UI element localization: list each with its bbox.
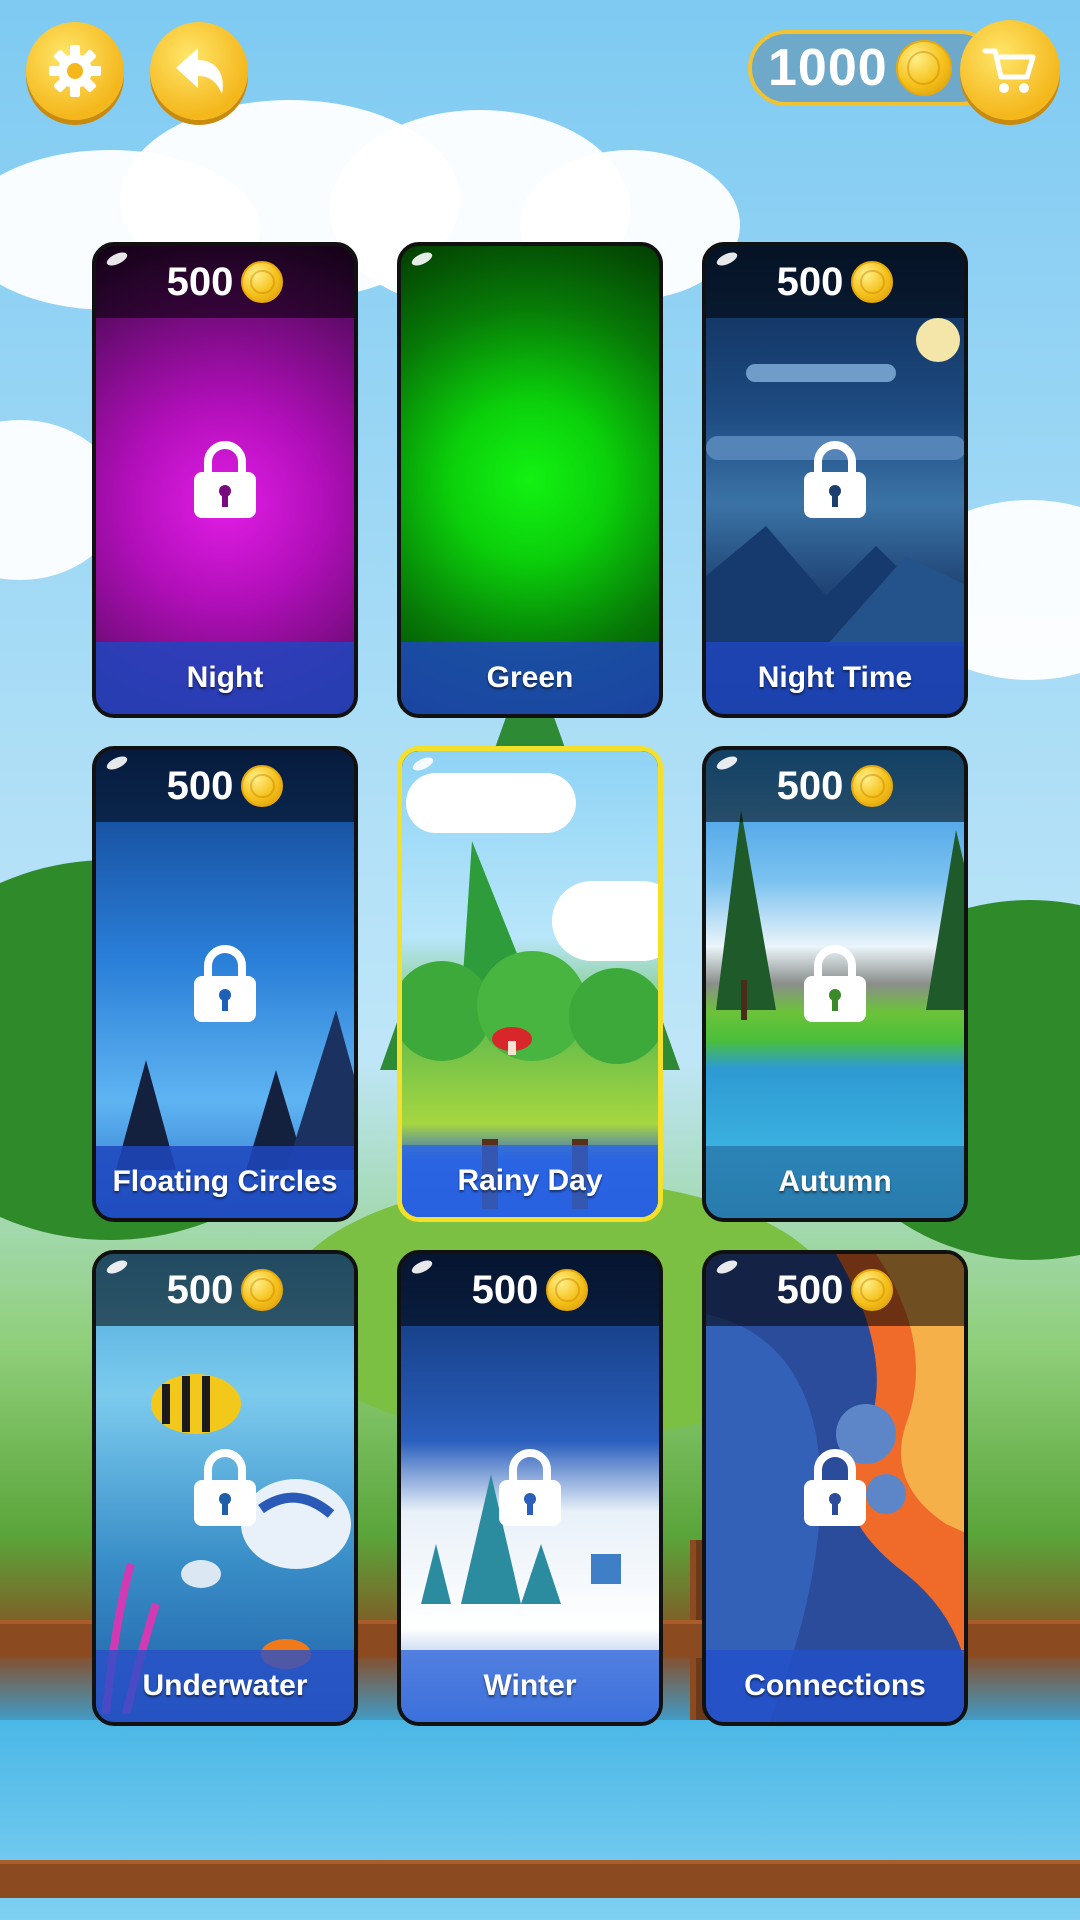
price-tag: 500 (706, 1254, 964, 1326)
theme-name: Night Time (757, 661, 913, 694)
coin-icon (895, 40, 952, 96)
theme-card-connections[interactable]: 500 Connections (702, 1250, 968, 1726)
price-value: 500 (776, 259, 844, 304)
theme-card-rainy-day[interactable]: Rainy Day (397, 746, 663, 1222)
price-value: 500 (776, 1267, 844, 1312)
price-value: 500 (166, 259, 234, 304)
price-value: 500 (166, 763, 234, 808)
price-tag: 500 (96, 750, 354, 822)
theme-name: Night (186, 661, 264, 694)
price-tag: 500 (706, 750, 964, 822)
theme-card-night-time[interactable]: 500 Night Time (702, 242, 968, 718)
theme-card-underwater[interactable]: 500 Underwater (92, 1250, 358, 1726)
price-tag: 500 (706, 246, 964, 318)
settings-button[interactable] (26, 22, 124, 120)
theme-name: Connections (744, 1669, 926, 1702)
theme-card-winter[interactable]: 500 Winter (397, 1250, 663, 1726)
coin-icon (546, 1269, 589, 1311)
coin-icon (241, 765, 284, 807)
price-value: 500 (776, 763, 844, 808)
theme-card-night[interactable]: 500 Night (92, 242, 358, 718)
lock-icon (804, 945, 866, 1022)
lock-icon (804, 441, 866, 518)
theme-card-autumn[interactable]: 500 Autumn (702, 746, 968, 1222)
shop-cart-button[interactable] (960, 20, 1060, 120)
theme-name: Underwater (142, 1669, 308, 1702)
price-tag: 500 (96, 246, 354, 318)
cart-icon (982, 48, 1036, 93)
price-value: 500 (166, 1267, 234, 1312)
theme-name: Rainy Day (457, 1164, 603, 1197)
theme-name: Floating Circles (112, 1165, 338, 1198)
coin-icon (851, 261, 894, 303)
lock-icon (194, 1449, 256, 1526)
back-button[interactable] (150, 22, 248, 120)
theme-card-green[interactable]: Green (397, 242, 663, 718)
lock-icon (194, 945, 256, 1022)
back-arrow-icon (176, 48, 223, 94)
price-tag: 500 (96, 1254, 354, 1326)
price-value: 500 (471, 1267, 539, 1312)
coin-icon (851, 765, 894, 807)
coin-icon (241, 1269, 284, 1311)
gear-icon (49, 45, 101, 97)
theme-name: Winter (483, 1669, 577, 1702)
theme-card-floating-circles[interactable]: 500 Floating Circles (92, 746, 358, 1222)
theme-name: Autumn (778, 1165, 892, 1198)
theme-name: Green (486, 661, 574, 694)
coin-icon (241, 261, 284, 303)
lock-icon (804, 1449, 866, 1526)
price-tag: 500 (401, 1254, 659, 1326)
coin-icon (851, 1269, 894, 1311)
lock-icon (499, 1449, 561, 1526)
lock-icon (194, 441, 256, 518)
coin-count: 1000 (768, 39, 888, 97)
